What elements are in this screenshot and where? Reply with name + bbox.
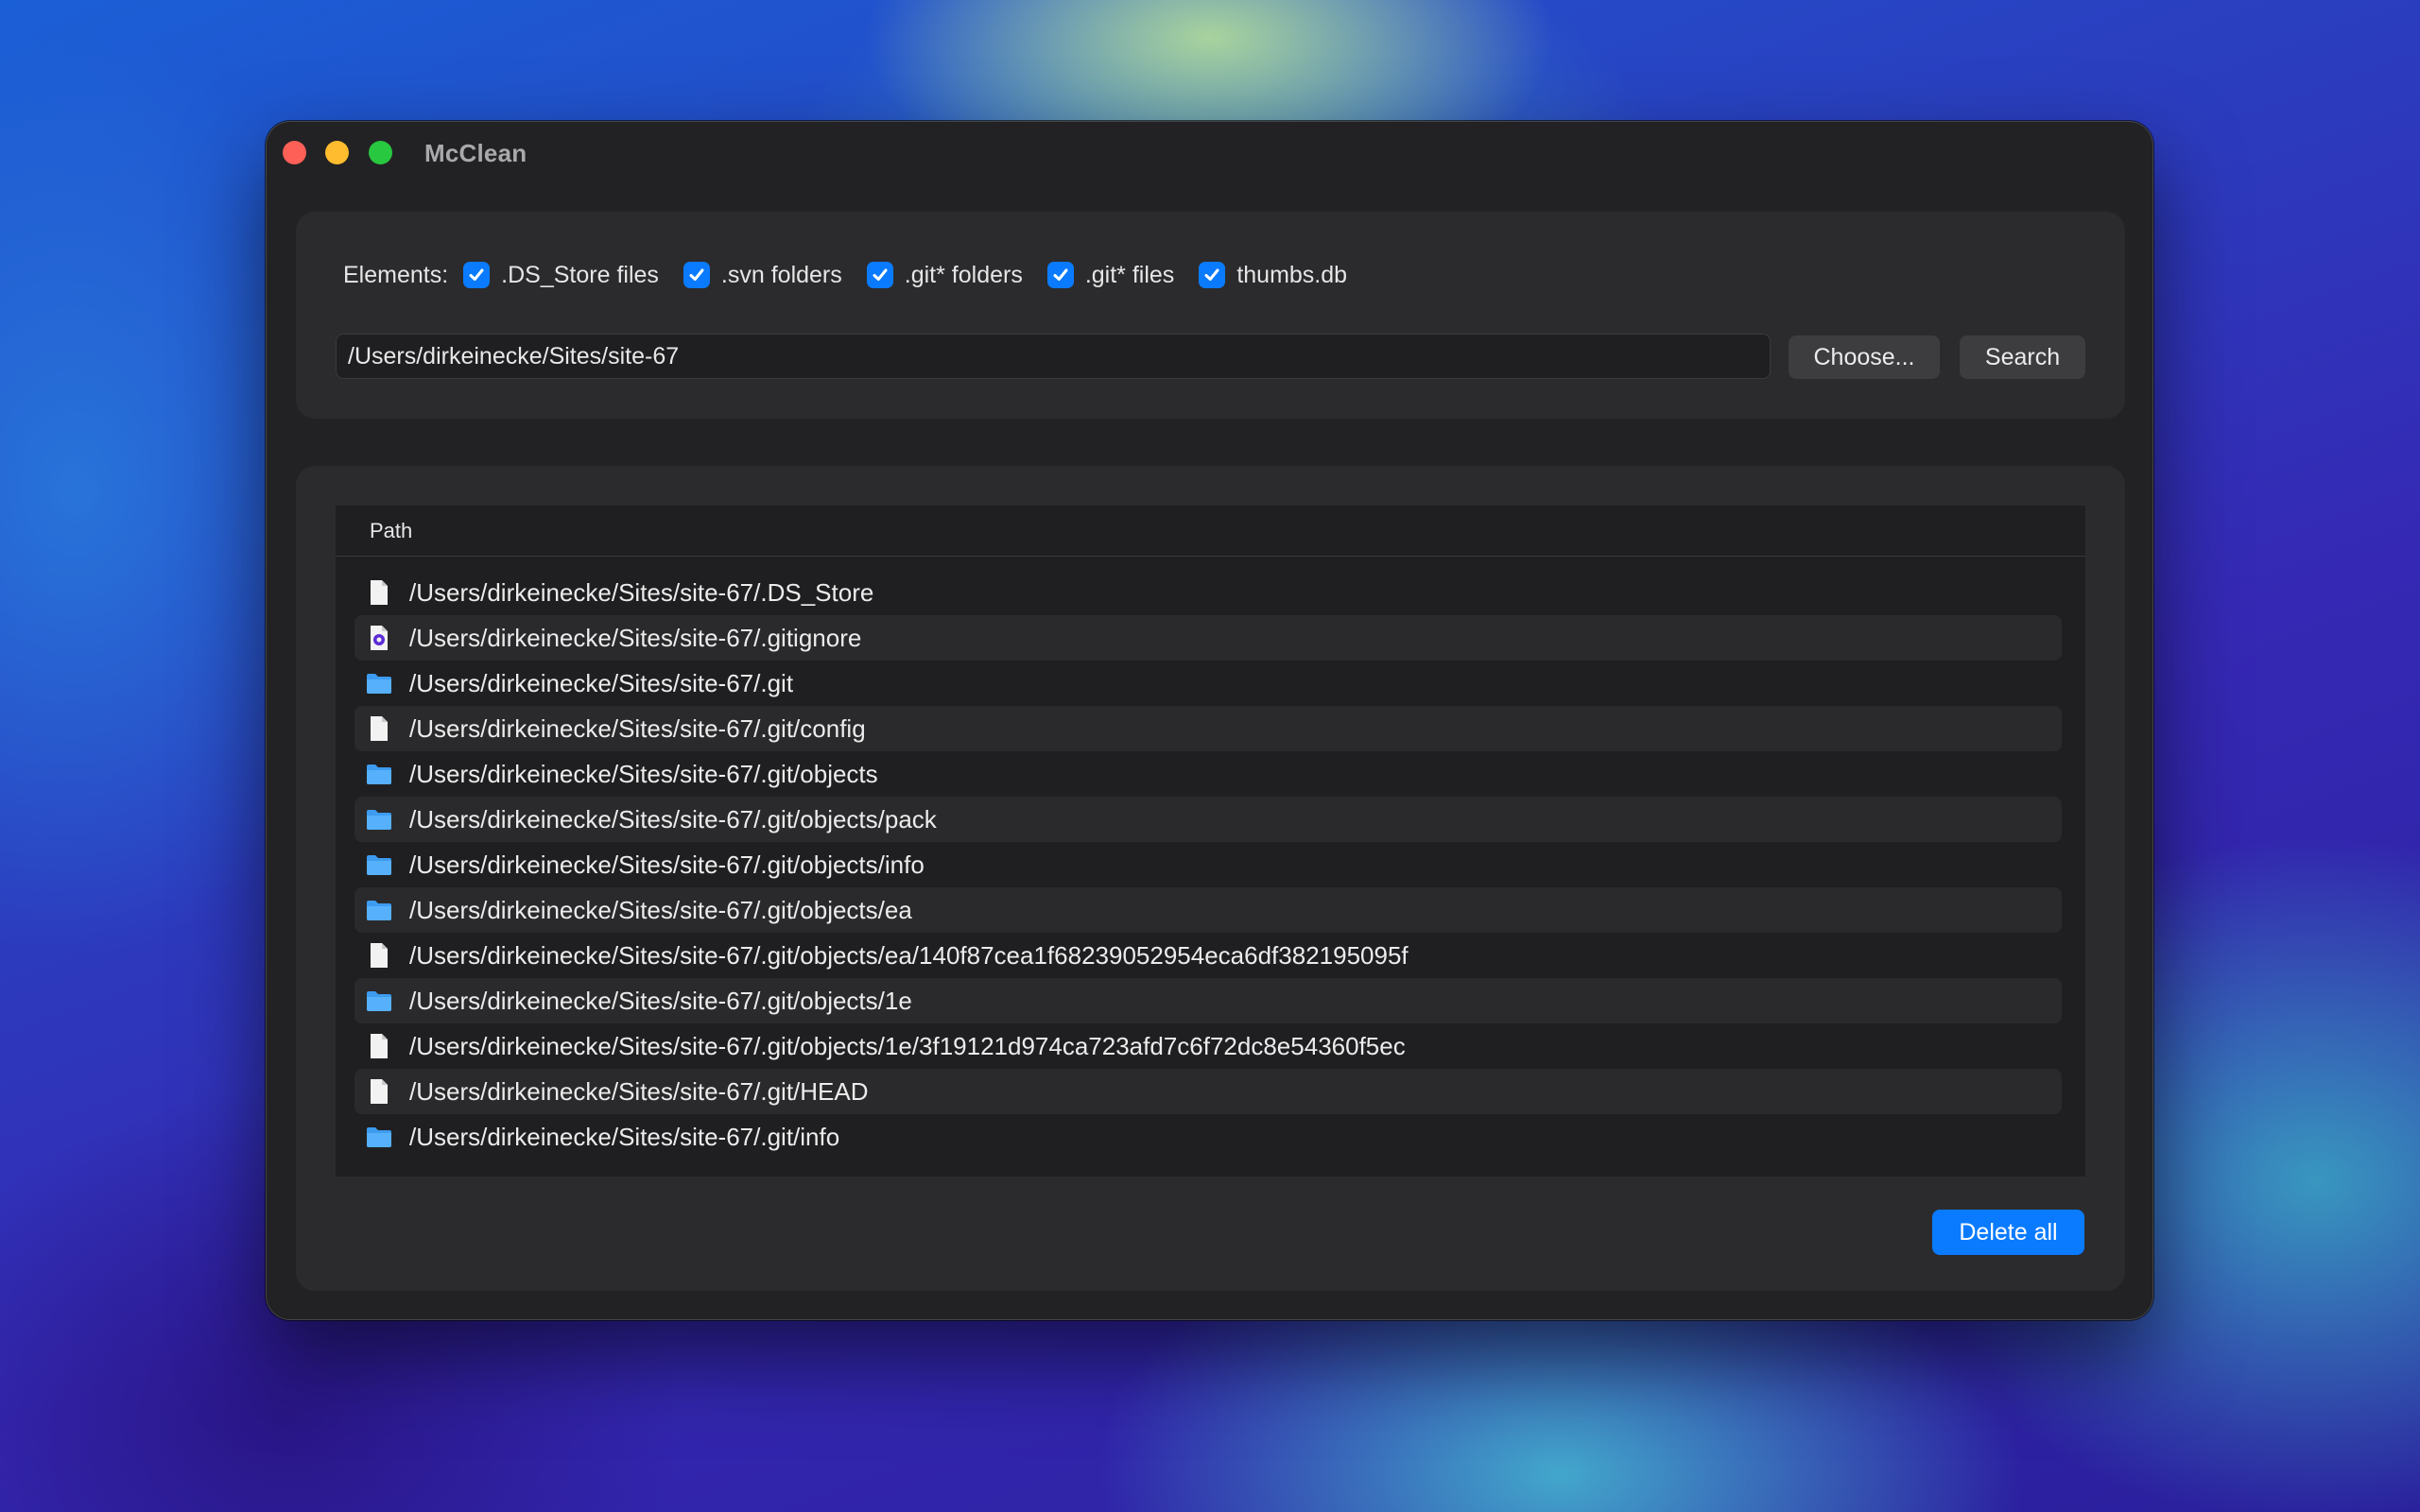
row-path: /Users/dirkeinecke/Sites/site-67/.git/HE…	[409, 1076, 869, 1106]
row-path: /Users/dirkeinecke/Sites/site-67/.DS_Sto…	[409, 577, 874, 607]
option-label: .svn folders	[720, 261, 842, 288]
row-path: /Users/dirkeinecke/Sites/site-67/.git/ob…	[409, 759, 878, 788]
row-path: /Users/dirkeinecke/Sites/site-67/.git/co…	[409, 713, 866, 743]
table-row[interactable]: /Users/dirkeinecke/Sites/site-67/.git	[354, 661, 2062, 706]
option-svn[interactable]: .svn folders	[683, 262, 842, 289]
row-path: /Users/dirkeinecke/Sites/site-67/.git/ob…	[409, 1031, 1406, 1060]
file-icon	[366, 1078, 392, 1105]
file-icon	[366, 1033, 392, 1059]
checkmark-icon	[1053, 268, 1068, 281]
file-icon	[366, 942, 392, 969]
gitignore-file-icon	[366, 625, 392, 651]
file-icon	[366, 715, 392, 742]
folder-icon	[366, 806, 392, 833]
table-row[interactable]: /Users/dirkeinecke/Sites/site-67/.git/ob…	[354, 797, 2062, 842]
row-path: /Users/dirkeinecke/Sites/site-67/.git/ob…	[409, 850, 925, 879]
table-row[interactable]: /Users/dirkeinecke/Sites/site-67/.git/ob…	[354, 933, 2062, 978]
table-row[interactable]: /Users/dirkeinecke/Sites/site-67/.git/in…	[354, 1114, 2062, 1160]
file-icon	[366, 579, 392, 606]
table-row[interactable]: /Users/dirkeinecke/Sites/site-67/.git/HE…	[354, 1069, 2062, 1114]
results-rows: /Users/dirkeinecke/Sites/site-67/.DS_Sto…	[336, 557, 2085, 1160]
table-row[interactable]: /Users/dirkeinecke/Sites/site-67/.git/ob…	[354, 887, 2062, 933]
option-label: .git* folders	[904, 261, 1023, 288]
close-window-button[interactable]	[283, 141, 306, 164]
folder-icon	[366, 988, 392, 1014]
option-label: .DS_Store files	[501, 261, 659, 288]
table-row[interactable]: /Users/dirkeinecke/Sites/site-67/.gitign…	[354, 615, 2062, 661]
choose-button[interactable]: Choose...	[1789, 335, 1940, 379]
path-input[interactable]	[336, 334, 1771, 379]
results-table[interactable]: Path /Users/dirkeinecke/Sites/site-67/.D…	[336, 506, 2085, 1177]
checkbox-ds-store[interactable]	[463, 262, 491, 288]
table-row[interactable]: /Users/dirkeinecke/Sites/site-67/.git/ob…	[354, 842, 2062, 887]
search-button[interactable]: Search	[1960, 335, 2085, 379]
folder-icon	[366, 670, 392, 696]
search-options-panel: Elements: .DS_Store files .svn folders .…	[296, 212, 2125, 419]
folder-icon	[366, 897, 392, 923]
checkbox-git-folders[interactable]	[866, 262, 893, 288]
title-bar: McClean	[267, 122, 2152, 184]
row-path: /Users/dirkeinecke/Sites/site-67/.git/ob…	[409, 940, 1409, 970]
elements-options: Elements: .DS_Store files .svn folders .…	[343, 256, 1372, 294]
row-path: /Users/dirkeinecke/Sites/site-67/.git/ob…	[409, 986, 912, 1015]
row-path: /Users/dirkeinecke/Sites/site-67/.git/ob…	[409, 895, 912, 924]
option-git-folders[interactable]: .git* folders	[866, 261, 1023, 289]
checkmark-icon	[689, 268, 704, 281]
option-git-files[interactable]: .git* files	[1046, 261, 1175, 289]
checkmark-icon	[1204, 268, 1219, 281]
folder-icon	[366, 761, 392, 787]
row-path: /Users/dirkeinecke/Sites/site-67/.gitign…	[409, 623, 862, 652]
delete-all-button[interactable]: Delete all	[1932, 1210, 2084, 1255]
elements-label: Elements:	[343, 261, 449, 288]
folder-icon	[366, 851, 392, 878]
option-thumbs-db[interactable]: thumbs.db	[1199, 262, 1347, 289]
checkbox-thumbs-db[interactable]	[1199, 262, 1226, 288]
folder-icon	[366, 1124, 392, 1150]
checkbox-svn[interactable]	[683, 262, 710, 288]
table-row[interactable]: /Users/dirkeinecke/Sites/site-67/.git/ob…	[354, 751, 2062, 797]
row-path: /Users/dirkeinecke/Sites/site-67/.git/ob…	[409, 804, 937, 833]
window-title: McClean	[424, 139, 527, 167]
checkmark-icon	[873, 268, 888, 281]
table-row[interactable]: /Users/dirkeinecke/Sites/site-67/.git/co…	[354, 706, 2062, 751]
checkmark-icon	[469, 268, 484, 281]
row-path: /Users/dirkeinecke/Sites/site-67/.git/in…	[409, 1122, 840, 1151]
app-window: McClean Elements: .DS_Store files .svn f…	[266, 121, 2153, 1320]
checkbox-git-files[interactable]	[1046, 262, 1074, 288]
table-row[interactable]: /Users/dirkeinecke/Sites/site-67/.git/ob…	[354, 1023, 2062, 1069]
minimize-window-button[interactable]	[325, 141, 349, 164]
column-header-path[interactable]: Path	[336, 506, 2085, 557]
option-ds-store[interactable]: .DS_Store files	[463, 262, 659, 289]
option-label: thumbs.db	[1236, 261, 1348, 288]
row-path: /Users/dirkeinecke/Sites/site-67/.git	[409, 668, 794, 697]
table-row[interactable]: /Users/dirkeinecke/Sites/site-67/.git/ob…	[354, 978, 2062, 1023]
zoom-window-button[interactable]	[369, 141, 392, 164]
results-panel: Path /Users/dirkeinecke/Sites/site-67/.D…	[296, 466, 2125, 1291]
table-row[interactable]: /Users/dirkeinecke/Sites/site-67/.DS_Sto…	[354, 570, 2062, 615]
option-label: .git* files	[1084, 261, 1175, 288]
